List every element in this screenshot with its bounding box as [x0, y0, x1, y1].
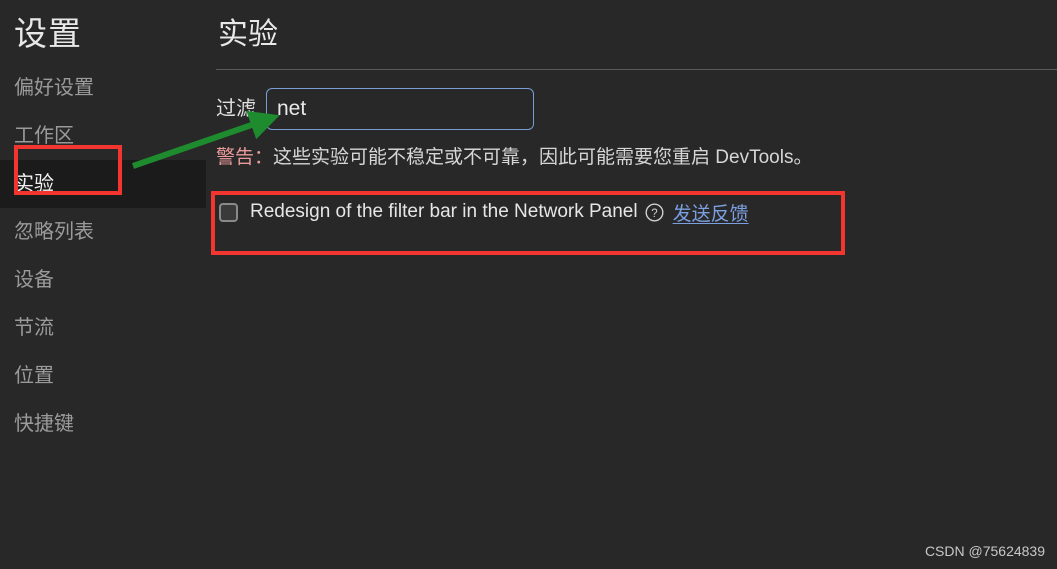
- sidebar-item-throttling[interactable]: 节流: [0, 304, 206, 352]
- page-title: 实验: [218, 18, 278, 51]
- csdn-watermark: CSDN @75624839: [924, 543, 1045, 559]
- title-divider: [216, 69, 1057, 70]
- settings-content: 实验 过滤 警告：这些实验可能不稳定或不可靠，因此可能需要您重启 DevTool…: [206, 0, 1057, 569]
- settings-sidebar: 设置 偏好设置 工作区 实验 忽略列表 设备 节流 位置 快捷键: [0, 0, 206, 569]
- experiment-row[interactable]: Redesign of the filter bar in the Networ…: [219, 196, 749, 228]
- question-circle-icon[interactable]: ?: [645, 202, 664, 222]
- warning-text: 这些实验可能不稳定或不可靠，因此可能需要您重启 DevTools。: [273, 147, 813, 168]
- sidebar-item-workspace[interactable]: 工作区: [0, 112, 206, 160]
- filter-input[interactable]: [266, 88, 534, 130]
- svg-text:?: ?: [651, 207, 657, 219]
- sidebar-nav: 偏好设置 工作区 实验 忽略列表 设备 节流 位置 快捷键: [0, 64, 206, 448]
- sidebar-item-preferences[interactable]: 偏好设置: [0, 64, 206, 112]
- sidebar-title: 设置: [14, 15, 82, 52]
- sidebar-item-experiments[interactable]: 实验: [0, 160, 206, 208]
- filter-row: 过滤: [216, 88, 534, 130]
- send-feedback-link[interactable]: 发送反馈: [673, 199, 749, 226]
- sidebar-item-ignore-list[interactable]: 忽略列表: [0, 208, 206, 256]
- experiment-label: Redesign of the filter bar in the Networ…: [250, 201, 638, 222]
- settings-window: 设置 偏好设置 工作区 实验 忽略列表 设备 节流 位置 快捷键 实验 过滤 警…: [0, 0, 1057, 569]
- filter-label: 过滤: [216, 98, 256, 120]
- sidebar-item-locations[interactable]: 位置: [0, 352, 206, 400]
- sidebar-item-devices[interactable]: 设备: [0, 256, 206, 304]
- sidebar-item-shortcuts[interactable]: 快捷键: [0, 400, 206, 448]
- experiments-warning: 警告：这些实验可能不稳定或不可靠，因此可能需要您重启 DevTools。: [216, 145, 812, 171]
- experiment-checkbox[interactable]: [219, 202, 238, 222]
- warning-label: 警告：: [216, 147, 274, 168]
